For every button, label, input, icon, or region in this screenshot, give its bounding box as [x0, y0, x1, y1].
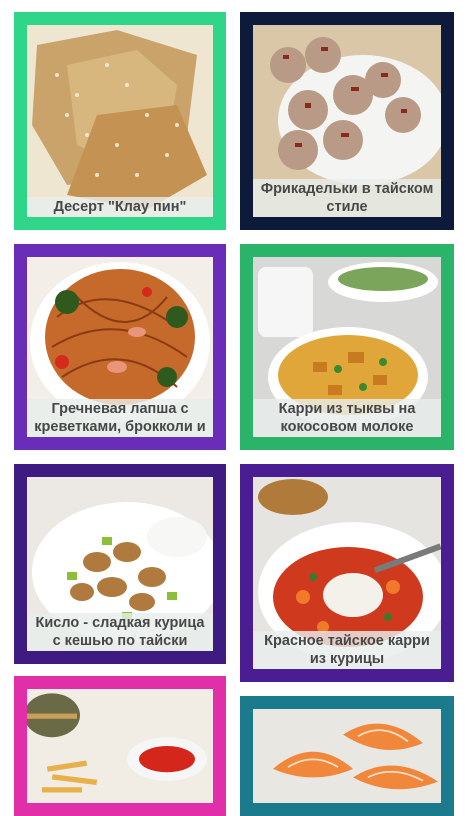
recipe-photo — [253, 709, 441, 803]
recipe-title: Карри из тыквы на кокосовом молоке — [253, 399, 441, 437]
recipe-card-klau-pin[interactable]: Десерт "Клау пин" — [14, 12, 226, 230]
recipe-title: Кисло - сладкая курица с кешью по тайски — [27, 613, 213, 651]
recipe-grid: Десерт "Клау пин" Фрикадельки в тайском … — [0, 0, 468, 816]
recipe-card-7[interactable] — [14, 676, 226, 816]
recipe-card-meatballs[interactable]: Фрикадельки в тайском стиле — [240, 12, 454, 230]
recipe-photo — [27, 25, 213, 217]
recipe-title: Гречневая лапша с креветками, брокколи и — [27, 399, 213, 437]
recipe-card-pumpkin-curry[interactable]: Карри из тыквы на кокосовом молоке — [240, 244, 454, 450]
recipe-title: Фрикадельки в тайском стиле — [253, 179, 441, 217]
recipe-title: Десерт "Клау пин" — [27, 197, 213, 217]
recipe-card-sweet-sour-chicken[interactable]: Кисло - сладкая курица с кешью по тайски — [14, 464, 226, 664]
recipe-title: Красное тайское карри из курицы — [253, 631, 441, 669]
recipe-card-red-curry[interactable]: Красное тайское карри из курицы — [240, 464, 454, 682]
recipe-photo — [27, 689, 213, 803]
recipe-card-8[interactable] — [240, 696, 454, 816]
recipe-card-buckwheat-noodles[interactable]: Гречневая лапша с креветками, брокколи и — [14, 244, 226, 450]
